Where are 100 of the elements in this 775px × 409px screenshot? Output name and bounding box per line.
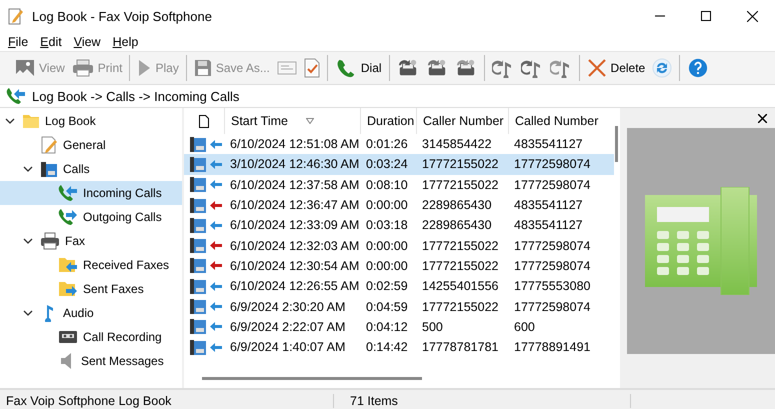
table-cell: 0:00:00	[366, 238, 408, 253]
scrollbar-thumb[interactable]	[202, 377, 422, 380]
table-cell: 0:14:42	[366, 340, 408, 354]
chevron-down-icon[interactable]	[5, 116, 15, 126]
chevron-down-icon[interactable]	[23, 236, 33, 246]
cassette-icon	[58, 329, 78, 345]
desk-phone-icon	[190, 136, 206, 152]
tree-item[interactable]: Sent Messages	[0, 349, 182, 373]
table-cell: 17772598074	[514, 238, 590, 253]
table-cell: 6/10/2024 12:30:54 AM	[230, 258, 360, 273]
tree-item[interactable]: Call Recording	[0, 325, 182, 349]
table-row[interactable]: 6/9/2024 2:22:07 AM 0:04:12 500 600	[184, 316, 614, 337]
table-row[interactable]: 6/10/2024 12:37:58 AM 0:08:10 17772155022 17772598074	[184, 174, 614, 195]
tree-item[interactable]: Fax	[0, 229, 182, 253]
table-cell: 3/10/2024 12:46:30 AM	[230, 157, 360, 172]
table-cell: 6/10/2024 12:37:58 AM	[230, 178, 360, 192]
desk-phone-icon	[190, 218, 206, 233]
tree-item[interactable]: Outgoing Calls	[0, 205, 182, 229]
table-cell: 17772155022	[422, 300, 498, 314]
table-cell: 4835541127	[514, 198, 583, 212]
table-cell: 17772598074	[514, 258, 590, 273]
refresh-icon	[652, 58, 672, 78]
desk-phone-icon	[190, 238, 206, 254]
table-cell: 4835541127	[514, 218, 583, 232]
table-cell: 17772598074	[514, 157, 590, 172]
card-icon	[276, 60, 297, 76]
table-row[interactable]: 6/9/2024 1:40:07 AM 0:14:42 17778781781 17778891491	[184, 336, 614, 358]
table-cell: 2289865430	[422, 218, 492, 232]
menu-item[interactable]: Edit	[34, 34, 68, 48]
toolbar-button[interactable]: Dial	[332, 55, 385, 81]
table-cell: 17772598074	[514, 178, 590, 192]
table-cell: 6/10/2024 12:26:55 AM	[230, 279, 360, 294]
desk-phone-icon	[190, 299, 206, 314]
desk-phone-icon	[190, 177, 206, 192]
column-header[interactable]: Called Number	[508, 108, 605, 134]
tree-item[interactable]: Calls	[0, 157, 182, 181]
table-cell: 17775553080	[514, 279, 590, 294]
chevron-down-icon[interactable]	[23, 164, 33, 174]
table-cell: 6/9/2024 2:22:07 AM	[230, 320, 346, 334]
table-cell: 0:02:59	[366, 279, 408, 294]
table-row[interactable]: 6/9/2024 2:30:20 AM 0:04:59 17772155022 17772598074	[184, 296, 614, 317]
menu-item[interactable]: Help	[106, 34, 144, 48]
table-cell: 600	[514, 320, 535, 334]
table-cell: 17772155022	[422, 178, 498, 192]
cross-icon	[586, 58, 607, 78]
table-cell: 0:00:00	[366, 258, 408, 273]
tree-item[interactable]: General	[0, 133, 182, 157]
desk-phone-icon	[190, 198, 206, 213]
tree-item[interactable]: Log Book	[0, 109, 182, 133]
notepad-icon	[8, 7, 24, 25]
menu-item[interactable]: View	[68, 34, 107, 48]
table-cell: 17778781781	[422, 340, 498, 354]
table-cell: 0:08:10	[366, 178, 408, 192]
image-icon	[15, 58, 35, 78]
phone-handset-icon	[334, 58, 357, 78]
chevron-down-icon[interactable]	[23, 308, 33, 318]
folder-arrow-icon	[58, 280, 78, 298]
close-icon[interactable]	[758, 114, 767, 122]
checked-document-icon	[304, 58, 320, 78]
tree-item[interactable]: Audio	[0, 301, 182, 325]
table-row[interactable]: 6/10/2024 12:51:08 AM 0:01:26 3145854422 4835541127	[184, 134, 614, 154]
tree-item[interactable]: Incoming Calls	[0, 181, 182, 205]
table-row[interactable]: 6/10/2024 12:32:03 AM 0:00:00 17772155022 17772598074	[184, 235, 614, 256]
music-note-icon	[492, 58, 514, 78]
table-cell: 14255401556	[422, 279, 498, 294]
table-row[interactable]: 3/10/2024 12:46:30 AM 0:03:24 17772155022 17772598074	[184, 154, 614, 175]
table-cell: 17772598074	[514, 300, 590, 314]
table-cell: 0:00:00	[366, 198, 408, 212]
scrollbar-thumb[interactable]	[615, 126, 618, 162]
incoming-call-icon	[6, 87, 26, 105]
tree-item[interactable]: Received Faxes	[0, 253, 182, 277]
table-cell: 0:03:18	[366, 218, 408, 232]
table-cell: 0:04:12	[366, 320, 408, 334]
table-cell: 6/10/2024 12:36:47 AM	[230, 198, 360, 212]
desk-phone-icon	[190, 340, 206, 355]
table-row[interactable]: 6/10/2024 12:33:09 AM 0:03:18 2289865430 4835541127	[184, 215, 614, 236]
table-cell: 500	[422, 320, 443, 334]
toolbar-button[interactable]: Delete	[584, 55, 648, 81]
desk-phone-icon	[190, 156, 206, 172]
column-header[interactable]: Duration	[360, 108, 416, 134]
music-note-icon	[550, 58, 572, 78]
note-icon	[40, 136, 58, 154]
status-text: Fax Voip Softphone Log Book	[6, 394, 172, 408]
table-row[interactable]: 6/10/2024 12:36:47 AM 0:00:00 2289865430 4835541127	[184, 194, 614, 216]
table-cell: 0:03:24	[366, 157, 408, 172]
column-header[interactable]: Start Time	[224, 108, 360, 134]
close-icon	[746, 10, 758, 22]
maximize-icon	[701, 11, 711, 21]
table-row[interactable]: 6/10/2024 12:30:54 AM 0:00:00 17772155022 17772598074	[184, 256, 614, 276]
tree-item[interactable]: Sent Faxes	[0, 277, 182, 301]
menu-item[interactable]: File	[2, 34, 34, 48]
desk-phone-icon	[40, 160, 58, 178]
table-row[interactable]: 6/10/2024 12:26:55 AM 0:02:59 14255401556 17775553080	[184, 276, 614, 296]
help-icon	[687, 58, 710, 78]
table-cell: 6/9/2024 2:30:20 AM	[230, 300, 346, 314]
table-cell: 6/10/2024 12:33:09 AM	[230, 218, 360, 232]
desk-phone-icon	[190, 278, 206, 294]
fax-icon	[426, 58, 448, 78]
fax-icon	[454, 58, 477, 78]
column-header[interactable]: Caller Number	[416, 108, 508, 134]
